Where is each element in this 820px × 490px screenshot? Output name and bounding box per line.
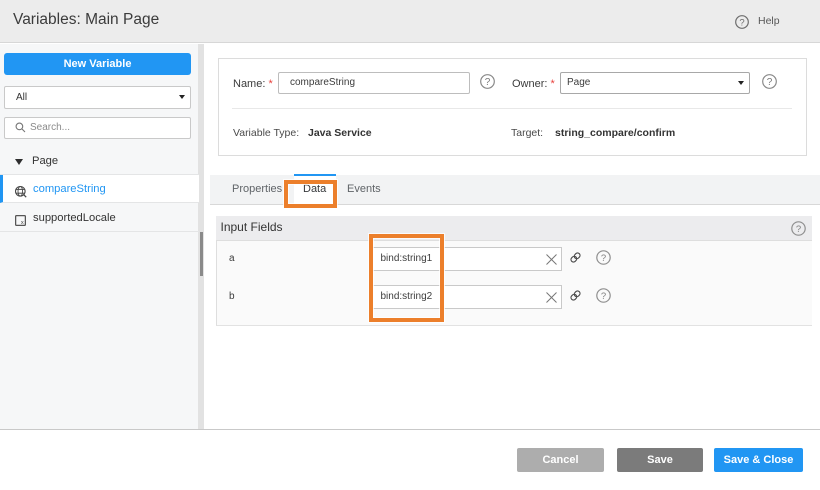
svg-text:?: ? xyxy=(601,253,606,264)
svg-text:?: ? xyxy=(796,224,801,235)
svg-text:?: ? xyxy=(767,77,773,88)
svg-text:?: ? xyxy=(739,17,744,28)
svg-text:?: ? xyxy=(484,77,490,88)
svg-text:?: ? xyxy=(601,291,606,302)
svg-text:x: x xyxy=(20,219,23,225)
